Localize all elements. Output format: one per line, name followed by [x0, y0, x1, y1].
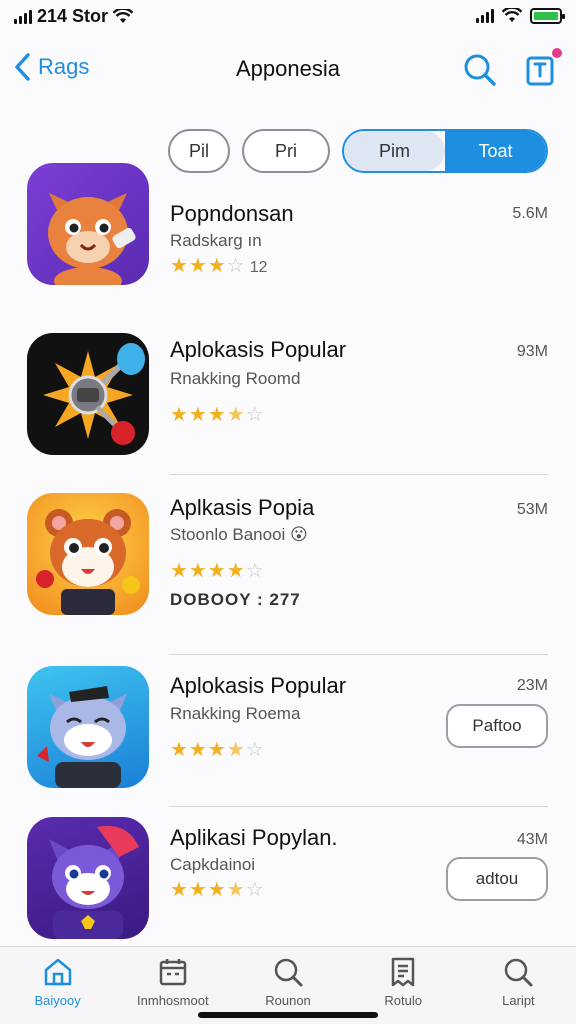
wifi-icon [113, 8, 134, 23]
divider [170, 474, 548, 475]
search-icon [274, 958, 303, 987]
tab-label: Rounon [265, 993, 311, 1008]
app-name: Aplokasis Popular [170, 673, 347, 698]
home-indicator [198, 1012, 378, 1018]
nav-bar: Rags Apponesia [0, 44, 576, 96]
app-name: Popndonsan [170, 201, 294, 226]
document-icon [391, 957, 415, 987]
get-button[interactable]: adtou [446, 857, 548, 901]
tab-label: Laript [502, 993, 535, 1008]
star-rating: ★★★☆ 12 [170, 255, 268, 277]
star-rating: ★★★★☆ [170, 739, 265, 761]
divider [170, 806, 548, 807]
orange-cat-icon [27, 163, 149, 285]
purple-cat-icon [27, 817, 149, 939]
tab-label: Baiyooy [34, 993, 81, 1008]
blue-cat-icon [27, 666, 149, 788]
tab-label: Rotulo [384, 993, 422, 1008]
star-rating: ★★★★☆ [170, 879, 265, 901]
sun-robot-icon [27, 333, 149, 455]
tab-label: Inmhosmoot [137, 993, 209, 1008]
list-item[interactable]: Aplokasis Popular Rnakking Roomd ★★★★☆ 9… [0, 333, 576, 463]
list-item[interactable]: Popndonsan Radskarg ın ★★★☆ 12 5.6M [0, 163, 576, 293]
wifi-icon [502, 8, 522, 22]
search-icon[interactable] [462, 52, 498, 88]
app-size: 53M [516, 501, 548, 518]
signal-icon [14, 9, 32, 24]
status-time: 214 Stor [37, 6, 109, 26]
app-subtitle: Radskarg ın [170, 231, 262, 250]
app-name: Aplikasi Popylan. [170, 825, 338, 850]
signal-icon [476, 9, 494, 23]
hamster-icon [27, 493, 149, 615]
star-rating: ★★★★☆ [170, 404, 265, 426]
search-icon [505, 958, 533, 987]
divider [170, 654, 548, 655]
app-name: Aplokasis Popular [170, 337, 347, 362]
app-size: 23M [516, 677, 548, 694]
rating-count: 12 [249, 259, 268, 276]
home-icon [44, 958, 71, 986]
star-rating: ★★★★☆ [170, 560, 265, 582]
app-size: 5.6M [512, 205, 548, 222]
app-size: 43M [516, 831, 548, 848]
battery-icon [530, 8, 565, 24]
app-subtitle: Capkdainoi [170, 855, 256, 874]
tab-search[interactable]: Laript [461, 947, 576, 1024]
app-downloads: DOBOOY : 277 [170, 590, 301, 609]
tab-today[interactable]: Baiyooy [0, 947, 115, 1024]
status-right [476, 8, 565, 24]
app-subtitle: Stoonlo Banooi 😮 [170, 525, 308, 544]
app-name: Aplkasis Popia [170, 495, 315, 520]
status-bar: 214 Stor [0, 0, 576, 36]
list-item[interactable]: Aplokasis Popular Rnakking Roema ★★★★☆ 2… [0, 666, 576, 796]
list-item[interactable]: Aplikasi Popylan. Capkdainoi ★★★★☆ 43M a… [0, 817, 576, 947]
status-left: 214 Stor [14, 6, 134, 27]
app-size: 93M [516, 343, 548, 360]
get-button[interactable]: Paftoo [446, 704, 548, 748]
app-subtitle: Rnakking Roomd [170, 369, 301, 388]
list-item[interactable]: Aplkasis Popia Stoonlo Banooi 😮 ★★★★☆ DO… [0, 493, 576, 623]
notification-dot [552, 48, 562, 58]
calendar-icon [159, 959, 187, 986]
app-subtitle: Rnakking Roema [170, 704, 301, 723]
